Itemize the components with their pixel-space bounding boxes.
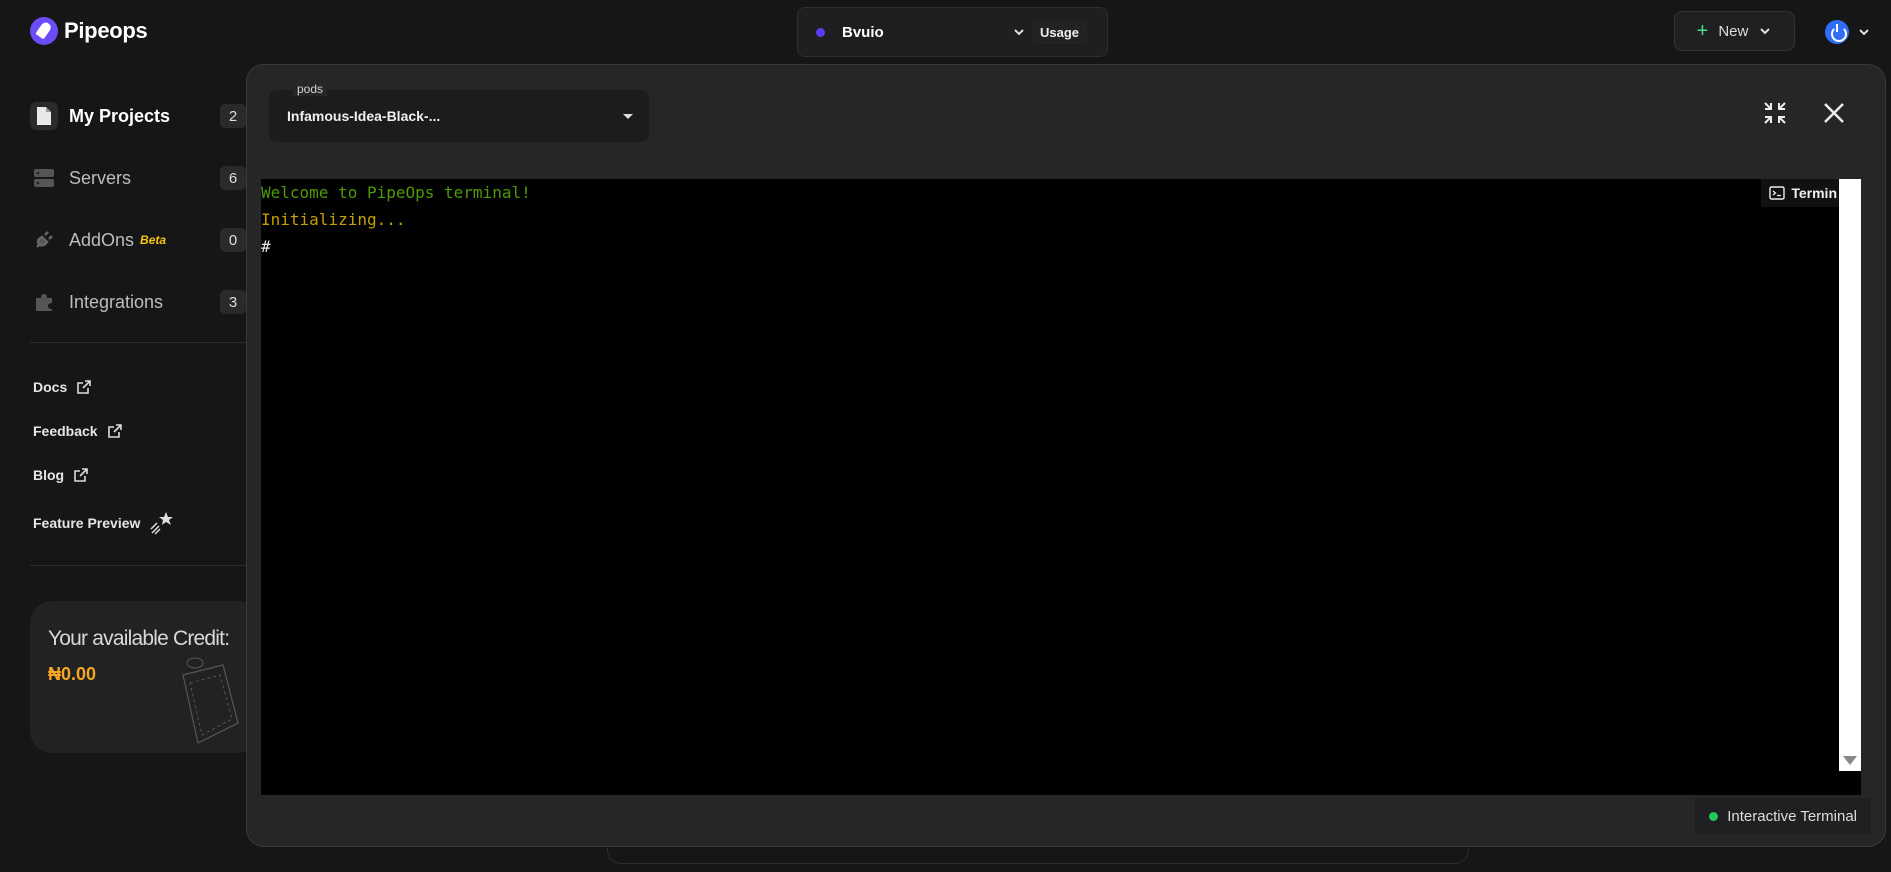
terminal-line: Welcome to PipeOps terminal!	[261, 183, 531, 202]
terminal-scrollbar[interactable]	[1839, 179, 1861, 771]
chevron-down-icon	[1760, 28, 1771, 35]
chevron-down-icon[interactable]	[1012, 25, 1026, 39]
feature-preview-label: Feature Preview	[33, 515, 141, 531]
docs-link-label: Docs	[33, 379, 68, 395]
new-button-label: New	[1718, 22, 1749, 40]
terminal-line: Initializing...	[261, 210, 406, 229]
external-link-icon	[77, 380, 92, 394]
sidebar-divider	[30, 565, 246, 566]
sidebar-divider	[30, 342, 246, 343]
pods-select-label: pods	[293, 82, 328, 96]
usage-button[interactable]: Usage	[1032, 20, 1088, 44]
sidebar-item-label: AddOns	[69, 229, 135, 250]
background-panel-edge	[607, 848, 1469, 864]
chevron-down-icon	[1859, 29, 1869, 36]
sidebar-item-servers[interactable]: Servers 6	[30, 160, 246, 196]
close-icon	[1824, 103, 1844, 123]
puzzle-icon	[30, 288, 58, 316]
sidebar-item-addons[interactable]: AddOns Beta 0	[30, 222, 246, 258]
plus-icon: +	[1696, 20, 1709, 42]
pods-select-value: Infamous-Idea-Black-...	[287, 108, 441, 124]
sidebar: My Projects 2 Servers 6 AddOns Beta 0 In…	[0, 64, 260, 872]
workspace-selector[interactable]: Bvuio Usage	[797, 7, 1108, 57]
external-link-icon	[107, 424, 122, 438]
app-logo[interactable]: Pipeops	[30, 17, 148, 45]
close-button[interactable]	[1819, 98, 1849, 128]
top-bar: Pipeops Bvuio Usage + New	[0, 0, 1891, 64]
credit-card: Your available Credit: ₦0.00	[30, 601, 260, 753]
sidebar-item-label: My Projects	[69, 105, 171, 126]
scroll-down-arrow-icon[interactable]	[1843, 756, 1857, 765]
sidebar-item-label: Servers	[69, 167, 132, 188]
sidebar-item-integrations[interactable]: Integrations 3	[30, 284, 246, 320]
wallet-illustration-icon	[182, 657, 239, 744]
pods-select[interactable]: pods Infamous-Idea-Black-...	[269, 82, 649, 142]
blog-link-label: Blog	[33, 467, 65, 483]
external-link-icon	[74, 468, 88, 482]
caret-down-icon	[623, 114, 633, 119]
addons-count-badge: 0	[220, 228, 246, 252]
sidebar-item-my-projects[interactable]: My Projects 2	[30, 98, 246, 134]
terminal-prompt: #	[261, 237, 271, 256]
terminal-tab-label: Termin	[1791, 185, 1837, 201]
app-name: Pipeops	[64, 18, 148, 43]
sidebar-item-label: Integrations	[69, 291, 164, 312]
servers-count-badge: 6	[220, 166, 246, 190]
rocket-logo-icon	[30, 17, 58, 45]
credit-value: ₦0.00	[48, 664, 97, 684]
integrations-count-badge: 3	[220, 290, 246, 314]
server-icon	[30, 164, 58, 192]
terminal-icon	[1769, 186, 1786, 200]
workspace-name: Bvuio	[842, 23, 884, 41]
new-button[interactable]: + New	[1674, 11, 1795, 51]
blog-link[interactable]: Blog	[33, 467, 89, 483]
user-menu-button[interactable]	[1816, 12, 1876, 52]
feature-preview-link[interactable]: Feature Preview	[33, 510, 175, 536]
workspace-dot-icon	[816, 27, 825, 37]
collapse-icon	[1764, 102, 1786, 124]
status-dot-icon	[1709, 811, 1719, 821]
plug-icon	[30, 226, 58, 254]
interactive-terminal-status: Interactive Terminal	[1695, 798, 1871, 834]
beta-badge: Beta	[140, 233, 167, 247]
terminal-tab[interactable]: Termin	[1761, 179, 1845, 207]
terminal-output[interactable]: Welcome to PipeOps terminal! Initializin…	[261, 179, 1861, 795]
feedback-link-label: Feedback	[33, 423, 98, 439]
shooting-star-icon	[150, 512, 174, 535]
terminal-modal: pods Infamous-Idea-Black-... Welcome to …	[246, 64, 1886, 847]
minimize-button[interactable]	[1760, 98, 1790, 128]
interactive-terminal-label: Interactive Terminal	[1727, 807, 1857, 825]
file-icon	[30, 102, 58, 130]
docs-link[interactable]: Docs	[33, 379, 92, 395]
credit-title: Your available Credit:	[48, 627, 230, 650]
power-avatar-icon	[1825, 20, 1849, 44]
projects-count-badge: 2	[220, 104, 246, 128]
feedback-link[interactable]: Feedback	[33, 423, 123, 439]
